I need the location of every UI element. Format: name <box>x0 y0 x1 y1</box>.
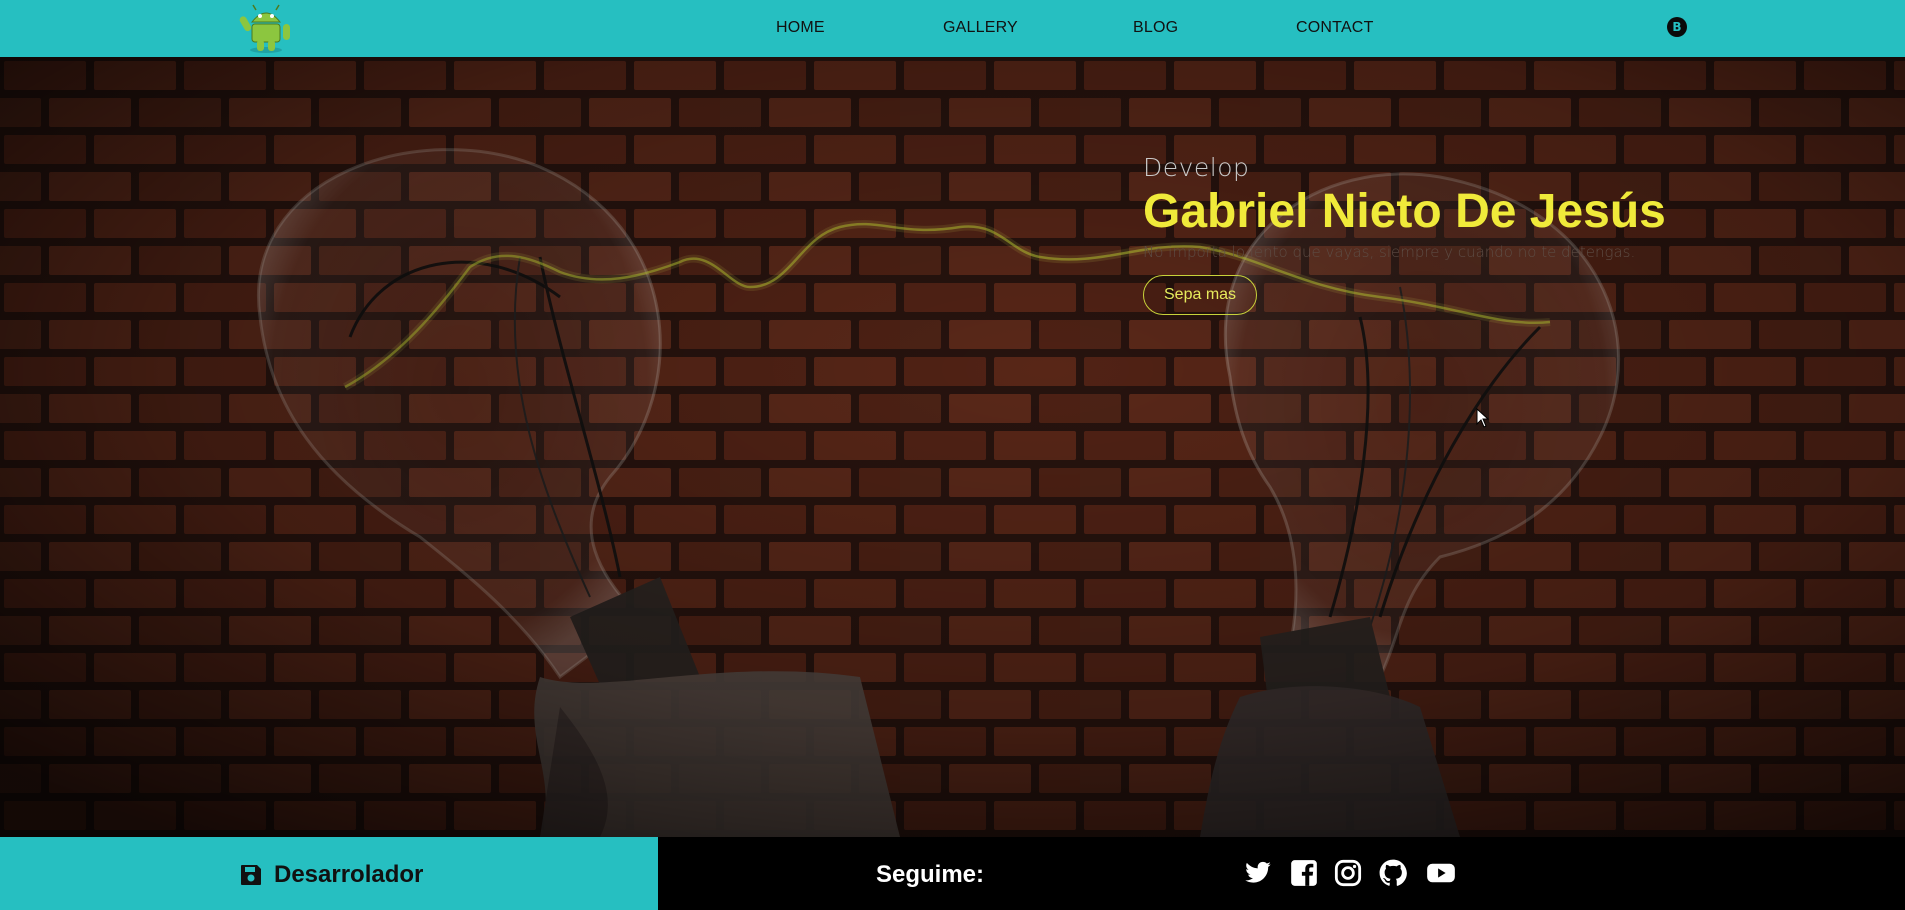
footer-brand: Desarrolador <box>240 861 423 889</box>
top-navbar: HOME GALLERY BLOG CONTACT B <box>0 0 1905 57</box>
instagram-icon[interactable] <box>1334 859 1362 887</box>
hero-title: Gabriel Nieto De Jesús <box>1143 185 1666 238</box>
hero-tagline: No importa lo lento que vayas, siempre y… <box>1143 243 1636 261</box>
hero-text-block: Develop Gabriel Nieto De Jesús No import… <box>1143 153 1666 315</box>
nav-gallery-link[interactable]: GALLERY <box>943 19 1018 37</box>
learn-more-button[interactable]: Sepa mas <box>1143 275 1258 315</box>
youtube-icon[interactable] <box>1426 859 1456 887</box>
follow-label: Seguime: <box>876 861 985 888</box>
footer-brand-label: Desarrolador <box>274 861 424 888</box>
footer-bar: Desarrolador Seguime: <box>0 837 1905 910</box>
nav-blog-link[interactable]: BLOG <box>1133 19 1178 37</box>
nav-menu: HOME GALLERY BLOG CONTACT <box>0 0 1905 57</box>
facebook-icon[interactable] <box>1290 859 1318 887</box>
twitter-icon[interactable] <box>1244 859 1272 887</box>
footer-brand-panel: Desarrolador <box>0 837 658 910</box>
nav-contact-link[interactable]: CONTACT <box>1296 19 1374 37</box>
nav-home-link[interactable]: HOME <box>776 19 825 37</box>
mouse-cursor-icon <box>1476 408 1490 428</box>
bitcoin-icon[interactable]: B <box>1667 17 1687 37</box>
hero-section: Develop Gabriel Nieto De Jesús No import… <box>0 57 1905 837</box>
floppy-disk-icon <box>241 865 261 885</box>
github-icon[interactable] <box>1379 859 1407 887</box>
hero-eyebrow: Develop <box>1143 153 1250 182</box>
